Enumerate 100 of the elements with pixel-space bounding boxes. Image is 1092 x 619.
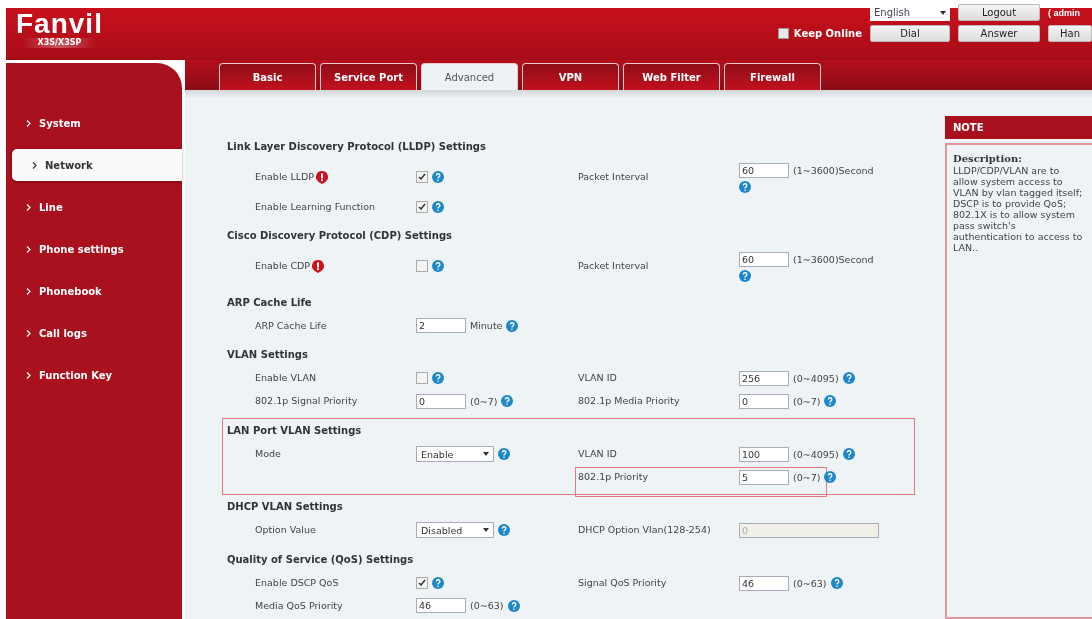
logout-button[interactable]: Logout	[958, 4, 1040, 21]
help-icon[interactable]	[432, 260, 444, 272]
field-label: 802.1p Priority	[578, 470, 650, 484]
help-icon[interactable]	[824, 471, 837, 483]
chevron-icon	[26, 371, 31, 379]
field-label: Media QoS Priority	[255, 598, 343, 613]
unit-text: (0~63)	[470, 600, 504, 611]
field-label: Mode	[255, 447, 281, 461]
unit-text: (0~7)	[793, 471, 821, 483]
help-icon[interactable]	[498, 524, 510, 536]
sidebar-item[interactable]: Call logs	[6, 317, 182, 349]
note-text: LLDP/CDP/VLAN are to allow system access to VLAN by vlan tagged itself; DSCP is to provide QoS; 802.1X is to allow system pass switch's authentication to access to LAN..	[953, 165, 1084, 253]
sidebar-item[interactable]: Phonebook	[6, 275, 182, 307]
chevron-icon	[26, 119, 31, 127]
tab[interactable]: Advanced	[421, 63, 518, 90]
help-icon[interactable]	[842, 372, 855, 384]
section-title: VLAN Settings	[227, 348, 308, 362]
field-label: 802.1p Media Priority	[578, 394, 681, 408]
sidebar-item[interactable]: Line	[6, 191, 182, 223]
section-title: Link Layer Discovery Protocol (LLDP) Settings	[227, 140, 486, 154]
help-icon[interactable]	[498, 448, 510, 460]
unit-text: (0~63)	[793, 577, 827, 589]
section-title: Quality of Service (QoS) Settings	[227, 553, 414, 567]
field-label: Packet Interval	[578, 170, 650, 184]
help-icon[interactable]	[432, 200, 444, 213]
field-label: Enable VLAN	[255, 371, 316, 385]
keep-online-checkbox[interactable]: Keep Online	[777, 28, 862, 39]
tab[interactable]: Basic	[219, 63, 316, 90]
unit-text: (0~7)	[470, 395, 498, 407]
input-field[interactable]: 0	[416, 393, 466, 409]
help-icon[interactable]	[507, 599, 520, 612]
help-icon[interactable]	[842, 448, 855, 460]
field-label: Enable DSCP QoS	[255, 576, 339, 590]
help-icon[interactable]	[739, 181, 751, 193]
unit-text: Minute	[470, 320, 503, 331]
caret-icon	[940, 10, 946, 15]
field-label: Option Value	[255, 523, 316, 537]
unit-text: (1~3600)Second	[793, 253, 874, 265]
checkbox[interactable]	[416, 200, 428, 213]
field-label: VLAN ID	[578, 371, 618, 385]
unit-text: (1~3600)Second	[793, 164, 874, 176]
input-field[interactable]: 256	[739, 370, 789, 386]
chevron-icon	[26, 245, 31, 253]
input-field: 0	[739, 522, 879, 538]
help-icon[interactable]	[501, 395, 514, 407]
field-label: VLAN ID	[578, 447, 618, 461]
dropdown[interactable]: Enable	[416, 446, 494, 462]
section-title: DHCP VLAN Settings	[227, 500, 343, 514]
input-field[interactable]: 5	[739, 469, 789, 485]
unit-text: (0~4095)	[793, 448, 839, 460]
checkbox[interactable]	[416, 171, 428, 183]
input-field[interactable]: 0	[739, 393, 789, 409]
field-label: ARP Cache Life	[255, 318, 327, 333]
sidebar-item[interactable]: Network	[12, 149, 182, 181]
section-title: Cisco Discovery Protocol (CDP) Settings	[227, 229, 452, 243]
call-button[interactable]: Dial	[870, 25, 950, 42]
help-icon[interactable]	[432, 171, 444, 183]
help-icon[interactable]	[432, 577, 444, 589]
input-field[interactable]: 100	[739, 446, 789, 462]
dropdown[interactable]: Disabled	[416, 522, 494, 538]
user-text: ( admin	[1048, 7, 1080, 18]
unit-text: (0~7)	[793, 395, 821, 407]
help-icon[interactable]	[830, 577, 843, 589]
input-field[interactable]: 60	[739, 251, 789, 267]
help-icon[interactable]	[824, 395, 837, 407]
note-header: NOTE	[945, 116, 1092, 139]
chevron-icon	[32, 161, 37, 169]
field-label: Packet Interval	[578, 259, 650, 273]
help-icon[interactable]	[506, 319, 519, 332]
tab[interactable]: VPN	[522, 63, 619, 90]
unit-text: (0~4095)	[793, 372, 839, 384]
field-label: 802.1p Signal Priority	[255, 394, 358, 408]
chevron-icon	[26, 203, 31, 211]
call-button[interactable]: Answer	[958, 25, 1040, 42]
checkbox[interactable]	[416, 260, 428, 272]
field-label: Enable LLDP	[255, 170, 314, 184]
caret-icon	[483, 452, 489, 456]
field-label: Enable CDP	[255, 259, 311, 273]
help-icon[interactable]	[432, 372, 444, 384]
checkbox[interactable]	[416, 372, 428, 384]
input-field[interactable]: 46	[739, 575, 789, 591]
help-icon[interactable]	[739, 270, 751, 282]
tab[interactable]: Service Port	[320, 63, 417, 90]
checkbox[interactable]	[416, 577, 428, 589]
input-field[interactable]: 46	[416, 598, 466, 613]
note-heading: Description:	[953, 153, 1023, 164]
input-field[interactable]: 2	[416, 318, 466, 333]
section-title: LAN Port VLAN Settings	[227, 424, 362, 438]
call-button[interactable]: Han	[1048, 25, 1092, 42]
tab[interactable]: Firewall	[724, 63, 821, 90]
field-label: Signal QoS Priority	[578, 576, 668, 590]
section-title: ARP Cache Life	[227, 296, 312, 310]
chevron-icon	[26, 329, 31, 337]
sidebar-item[interactable]: System	[6, 107, 182, 139]
input-field[interactable]: 60	[739, 162, 789, 178]
sidebar-item[interactable]: Function Key	[6, 359, 182, 391]
tab[interactable]: Web Filter	[623, 63, 720, 90]
field-label: Enable Learning Function	[255, 199, 376, 214]
chevron-icon	[26, 287, 31, 295]
sidebar-item[interactable]: Phone settings	[6, 233, 182, 265]
